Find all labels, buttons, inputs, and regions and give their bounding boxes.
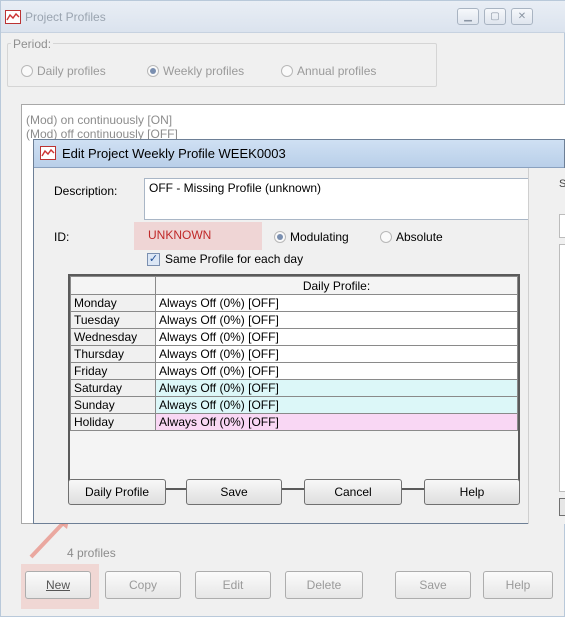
description-value: OFF - Missing Profile (unknown) — [149, 181, 322, 195]
dialog-save-button[interactable]: Save — [186, 479, 282, 505]
panel-list-fragment — [559, 244, 565, 492]
minimize-icon[interactable]: ▁ — [457, 8, 479, 25]
copy-button[interactable]: Copy — [105, 571, 181, 599]
new-button[interactable]: New — [25, 571, 91, 599]
id-field[interactable]: UNKNOWN — [144, 226, 262, 246]
app-chart-icon — [40, 146, 56, 160]
edit-button-label: Edit — [222, 578, 244, 592]
radio-label: Modulating — [290, 230, 349, 244]
checkmark-icon: ✓ — [147, 252, 160, 266]
table-row[interactable]: Wednesday Always Off (0%) [OFF] — [70, 328, 518, 346]
table-row[interactable]: Monday Always Off (0%) [OFF] — [70, 294, 518, 312]
radio-selected-icon — [274, 231, 286, 243]
day-cell: Friday — [70, 362, 156, 380]
day-cell: Monday — [70, 294, 156, 312]
same-profile-checkbox[interactable]: ✓ Same Profile for each day — [147, 252, 303, 266]
daily-profile-grid: Daily Profile: Monday Always Off (0%) [O… — [68, 274, 520, 490]
table-row[interactable]: Holiday Always Off (0%) [OFF] — [70, 413, 518, 431]
profile-cell[interactable]: Always Off (0%) [OFF] — [155, 413, 518, 431]
app-chart-icon — [5, 10, 21, 24]
radio-modulating[interactable]: Modulating — [274, 230, 349, 244]
panel-button-fragment[interactable] — [559, 498, 565, 516]
help-button[interactable]: Help — [483, 571, 553, 599]
id-value: UNKNOWN — [148, 228, 212, 242]
dialog-title: Edit Project Weekly Profile WEEK0003 — [62, 146, 286, 161]
profile-cell[interactable]: Always Off (0%) [OFF] — [155, 345, 518, 363]
table-row[interactable]: Sunday Always Off (0%) [OFF] — [70, 396, 518, 414]
window-title: Project Profiles — [25, 10, 106, 24]
profile-cell[interactable]: Always Off (0%) [OFF] — [155, 311, 518, 329]
grid-corner-header — [70, 276, 156, 295]
dialog-help-button-label: Help — [459, 485, 485, 499]
dialog-cancel-button-label: Cancel — [334, 485, 372, 499]
radio-annual-profiles[interactable]: Annual profiles — [281, 64, 376, 78]
dialog-help-button[interactable]: Help — [424, 479, 520, 505]
edit-button[interactable]: Edit — [195, 571, 271, 599]
copy-button-label: Copy — [128, 578, 157, 592]
dialog-cancel-button[interactable]: Cancel — [304, 479, 402, 505]
day-cell: Holiday — [70, 413, 156, 431]
close-icon[interactable]: ✕ — [511, 8, 533, 25]
profile-cell[interactable]: Always Off (0%) [OFF] — [155, 328, 518, 346]
save-button-label: Save — [419, 578, 447, 592]
delete-button[interactable]: Delete — [285, 571, 363, 599]
radio-label: Annual profiles — [297, 64, 377, 78]
help-button-label: Help — [505, 578, 531, 592]
panel-label-fragment: S — [559, 178, 565, 190]
radio-weekly-profiles[interactable]: Weekly profiles — [147, 64, 244, 78]
list-item[interactable]: (Mod) on continuously [ON] — [26, 113, 172, 127]
right-side-panel: S — [528, 168, 565, 524]
profile-count: 4 profiles — [67, 546, 116, 560]
edit-weekly-profile-dialog: Edit Project Weekly Profile WEEK0003 Des… — [33, 139, 565, 524]
daily-profile-header: Daily Profile: — [155, 276, 518, 295]
profile-cell[interactable]: Always Off (0%) [OFF] — [155, 362, 518, 380]
day-cell: Saturday — [70, 379, 156, 397]
radio-icon — [380, 231, 392, 243]
profile-cell[interactable]: Always Off (0%) [OFF] — [155, 396, 518, 414]
new-button-label: New — [45, 578, 70, 592]
delete-button-label: Delete — [306, 578, 342, 592]
dialog-titlebar[interactable]: Edit Project Weekly Profile WEEK0003 — [34, 140, 564, 168]
radio-label: Weekly profiles — [163, 64, 245, 78]
period-legend: Period: — [11, 37, 54, 51]
description-label: Description: — [54, 184, 118, 198]
profile-cell[interactable]: Always Off (0%) [OFF] — [155, 294, 518, 312]
radio-label: Absolute — [396, 230, 443, 244]
table-row[interactable]: Thursday Always Off (0%) [OFF] — [70, 345, 518, 363]
same-profile-label: Same Profile for each day — [165, 252, 304, 266]
day-cell: Thursday — [70, 345, 156, 363]
radio-icon — [281, 65, 293, 77]
dialog-save-button-label: Save — [220, 485, 248, 499]
radio-daily-profiles[interactable]: Daily profiles — [21, 64, 106, 78]
table-row[interactable]: Friday Always Off (0%) [OFF] — [70, 362, 518, 380]
radio-selected-icon — [147, 65, 159, 77]
maximize-icon[interactable]: ▢ — [484, 8, 506, 25]
save-button[interactable]: Save — [395, 571, 471, 599]
radio-label: Daily profiles — [37, 64, 106, 78]
profile-cell[interactable]: Always Off (0%) [OFF] — [155, 379, 518, 397]
panel-field-fragment — [559, 214, 565, 238]
daily-profile-button-label: Daily Profile — [84, 485, 150, 499]
radio-icon — [21, 65, 33, 77]
table-row[interactable]: Saturday Always Off (0%) [OFF] — [70, 379, 518, 397]
description-field[interactable]: OFF - Missing Profile (unknown) — [144, 178, 558, 220]
id-label: ID: — [54, 230, 70, 244]
table-row[interactable]: Tuesday Always Off (0%) [OFF] — [70, 311, 518, 329]
day-cell: Sunday — [70, 396, 156, 414]
day-cell: Tuesday — [70, 311, 156, 329]
project-profiles-titlebar: Project Profiles ▁ ▢ ✕ — [1, 1, 565, 33]
day-cell: Wednesday — [70, 328, 156, 346]
radio-absolute[interactable]: Absolute — [380, 230, 443, 244]
daily-profile-button[interactable]: Daily Profile — [68, 479, 166, 505]
